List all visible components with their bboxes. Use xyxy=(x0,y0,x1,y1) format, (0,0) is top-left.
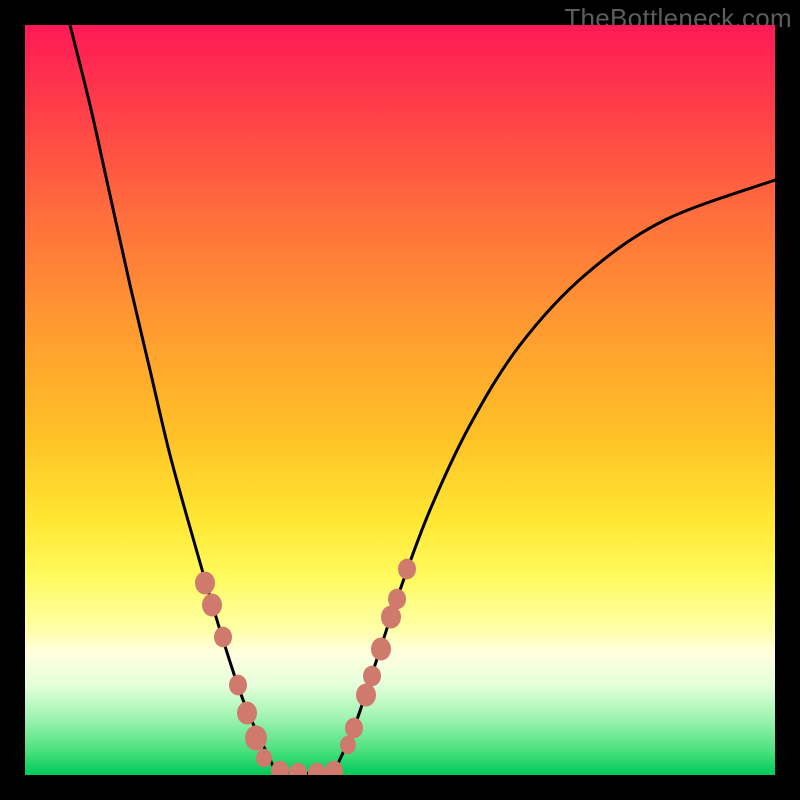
bead-left-0 xyxy=(195,572,215,595)
bead-group xyxy=(195,559,416,775)
bead-right-6 xyxy=(388,589,406,610)
bead-left-3 xyxy=(229,675,247,696)
bead-right-2 xyxy=(356,684,376,707)
right-curve xyxy=(335,180,775,770)
bead-right-1 xyxy=(345,718,363,739)
bead-left-5 xyxy=(245,725,267,750)
bead-right-4 xyxy=(371,638,391,661)
bead-left-6 xyxy=(256,749,272,767)
bead-bottom-0 xyxy=(271,761,289,775)
curve-layer xyxy=(25,25,775,775)
plot-area xyxy=(25,25,775,775)
bead-right-3 xyxy=(363,666,381,687)
bead-left-1 xyxy=(202,594,222,617)
bead-bottom-2 xyxy=(308,763,326,775)
bead-left-4 xyxy=(237,702,257,725)
bead-left-2 xyxy=(214,627,232,648)
outer-frame: TheBottleneck.com xyxy=(0,0,800,800)
left-curve xyxy=(70,25,275,770)
bead-right-0 xyxy=(340,736,356,754)
bead-bottom-1 xyxy=(289,763,307,775)
bead-right-7 xyxy=(398,559,416,580)
bead-bottom-3 xyxy=(325,761,343,775)
